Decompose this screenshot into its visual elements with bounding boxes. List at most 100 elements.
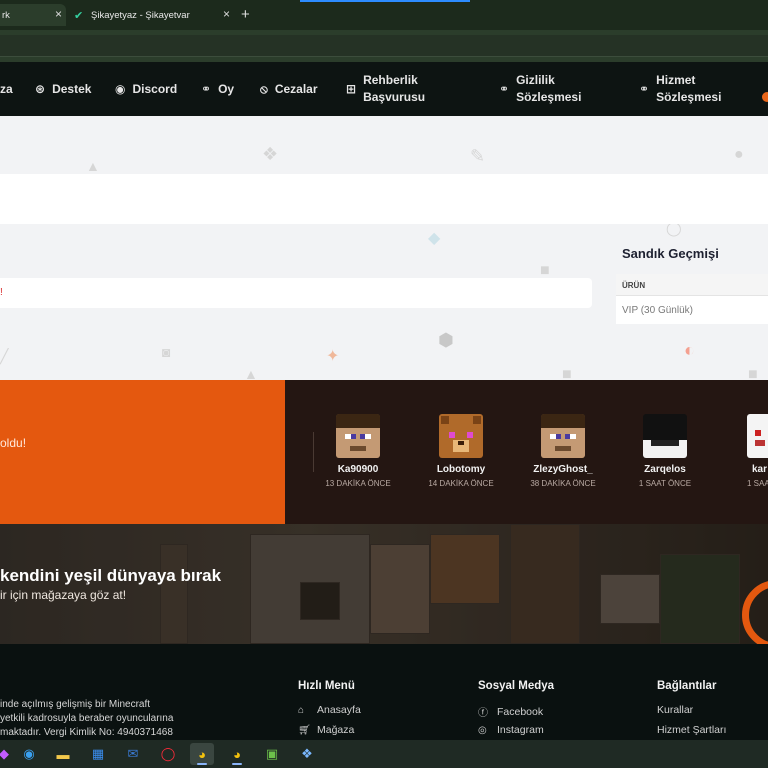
browser-tab-bar: rk × ✔ Şikayetyaz - Şikayetvar × + [0, 0, 768, 30]
link-icon: ⚭ [499, 82, 510, 96]
hero-title: kendini yeşil dünyaya bırak [0, 566, 222, 585]
banner-strip [0, 174, 768, 224]
steve-head-icon [336, 414, 380, 458]
doodle-icon: ❖ [262, 144, 279, 164]
doodle-icon: ◐ [684, 340, 695, 360]
site-navbar: za ⊛ Destek ◉ Discord ⚭ Oy ⦸ Cezalar ⊞ R… [0, 62, 768, 116]
footer-link-label: Hizmet Şartları [657, 724, 727, 736]
nav-label: za [0, 82, 13, 96]
bear-head-icon [439, 414, 483, 458]
outlook-icon[interactable]: ✉ [121, 743, 145, 765]
nav-item-guidance-application[interactable]: ⊞ Rehberlik Başvurusu [346, 62, 425, 116]
footer-link-store[interactable]: 🛒︎ Mağaza [298, 724, 354, 736]
column-header: ÜRÜN [622, 281, 646, 290]
nav-item-privacy-agreement[interactable]: ⚭ Gizlilik Sözleşmesi [499, 62, 581, 116]
doodle-icon: ■ [748, 366, 758, 380]
nav-label-two-line: Rehberlik Başvurusu [363, 72, 425, 106]
footer-description-line: inde açılmış gelişmiş bir Minecraft [0, 699, 151, 710]
folder-icon[interactable]: ▬ [51, 743, 75, 765]
footer-link-rules[interactable]: Kurallar [657, 704, 693, 716]
nav-item-discord[interactable]: ◉ Discord [115, 62, 177, 116]
footer-link-instagram[interactable]: ◎ Instagram [478, 724, 544, 736]
app-icon[interactable]: ◆ [0, 743, 16, 765]
recent-buyer[interactable]: Lobotomy 14 DAKİKA ÖNCE [411, 414, 511, 488]
buyer-time: 38 DAKİKA ÖNCE [530, 479, 596, 488]
nav-item-bans[interactable]: ⦸ Cezalar [260, 62, 318, 116]
nav-label: Destek [52, 82, 92, 96]
notification-dot[interactable] [762, 92, 768, 102]
nav-item-support[interactable]: ⊛ Destek [35, 62, 91, 116]
buyer-time: 1 SAAT ÖNCE [638, 479, 692, 488]
os-taskbar: ◆ ◉ ▬ ▦ ✉ ◯ ◕ ◕ ▣ ❖ [0, 740, 768, 768]
link-icon: ⚭ [639, 82, 650, 96]
footer-link-label: Instagram [497, 724, 544, 736]
close-icon[interactable]: × [223, 7, 230, 21]
active-indicator [197, 763, 207, 765]
cart-icon: 🛒︎ [298, 724, 311, 736]
active-indicator [232, 763, 242, 765]
recent-buyer[interactable]: Zarqelos 1 SAAT ÖNCE [615, 414, 715, 488]
footer-social-title: Sosyal Medya [478, 680, 555, 692]
main-content: ▲ ❖ ✎ ● ◆ ◯ ■ ◙ ✦ ⬢ ◐ ╱ ▲ ■ ■ ! Sandık G… [0, 116, 768, 380]
close-icon[interactable]: × [55, 7, 62, 21]
footer-description: inde açılmış gelişmiş bir Minecraft yetk… [0, 698, 220, 740]
promo-text: oldu! [0, 436, 27, 450]
plus-square-icon: ⊞ [346, 82, 357, 96]
footer-link-label: Facebook [497, 705, 544, 718]
opera-icon[interactable]: ◯ [156, 743, 180, 765]
address-bar[interactable] [0, 35, 768, 57]
nav-item-service-agreement[interactable]: ⚭ Hizmet Sözleşmesi [639, 62, 721, 116]
new-tab-button[interactable]: + [241, 6, 250, 23]
chrome-icon[interactable]: ◕ [190, 743, 214, 765]
doodle-icon: ● [734, 146, 744, 163]
buyer-time: 1 SAAT [747, 479, 768, 488]
site-footer: inde açılmış gelişmiş bir Minecraft yetk… [0, 644, 768, 740]
app-icon[interactable]: ❖ [295, 743, 319, 765]
edge-icon[interactable]: ◉ [17, 743, 41, 765]
footer-description-line: yetkili kadrosuyla beraber oyuncularına [0, 713, 174, 724]
doodle-icon: ╱ [0, 348, 9, 364]
nav-item-store[interactable]: za [0, 62, 13, 116]
hero-banner: kendini yeşil dünyaya bırak ir için mağa… [0, 524, 768, 644]
nav-label-line2: Sözleşmesi [516, 90, 582, 104]
buyer-name: Zarqelos [644, 464, 686, 475]
nav-label-line2: Başvurusu [363, 90, 426, 104]
hero-subtitle: ir için mağazaya göz at! [0, 588, 127, 602]
footer-link-home[interactable]: ⌂ Anasayfa [298, 704, 361, 716]
browser-tab[interactable]: ✔ Şikayetyaz - Şikayetvar × [68, 4, 234, 26]
white-head-icon [747, 414, 768, 458]
tab-label: rk [2, 9, 10, 21]
ban-icon: ⦸ [260, 81, 268, 96]
store-icon[interactable]: ▦ [86, 743, 110, 765]
nav-item-vote[interactable]: ⚭ Oy [201, 62, 234, 116]
link-icon: ⚭ [201, 82, 212, 96]
footer-link-facebook[interactable]: ⓕ Facebook [478, 704, 544, 720]
recent-buyer[interactable]: ZlezyGhost_ 38 DAKİKA ÖNCE [513, 414, 613, 488]
tab-label: Şikayetyaz - Şikayetvar [91, 9, 190, 21]
footer-links-title: Bağlantılar [657, 680, 717, 692]
footer-description-line: maktadır. Vergi Kimlik No: 4940371468 [0, 727, 173, 738]
lifebuoy-icon: ⊛ [35, 82, 46, 96]
nav-label: Discord [132, 82, 178, 96]
nav-label-two-line: Gizlilik Sözleşmesi [516, 72, 581, 106]
browser-tab[interactable]: rk × [0, 4, 66, 26]
promo-panel: oldu! [0, 380, 285, 524]
footer-quick-menu-title: Hızlı Menü [298, 680, 355, 692]
footer-link-terms[interactable]: Hizmet Şartları [657, 724, 726, 736]
instagram-icon: ◎ [478, 724, 487, 736]
recent-buyer[interactable]: kar 1 SAAT [715, 414, 768, 488]
footer-link-label: Anasayfa [317, 704, 361, 716]
facebook-icon: ⓕ [478, 708, 488, 719]
loading-indicator [300, 0, 470, 2]
recent-buyer[interactable]: Ka90900 13 DAKİKA ÖNCE [308, 414, 408, 488]
nav-label-line1: Hizmet [656, 73, 696, 87]
table-header: ÜRÜN [616, 274, 768, 296]
buyer-name: kar [752, 464, 768, 475]
buyer-time: 14 DAKİKA ÖNCE [428, 479, 494, 488]
chrome-icon[interactable]: ◕ [225, 743, 249, 765]
minecraft-icon[interactable]: ▣ [260, 743, 284, 765]
doodle-icon: ▲ [244, 366, 258, 380]
check-favicon-icon: ✔ [74, 10, 84, 22]
table-row: VIP (30 Günlük) [622, 305, 693, 316]
doodle-icon: ▲ [86, 158, 100, 174]
